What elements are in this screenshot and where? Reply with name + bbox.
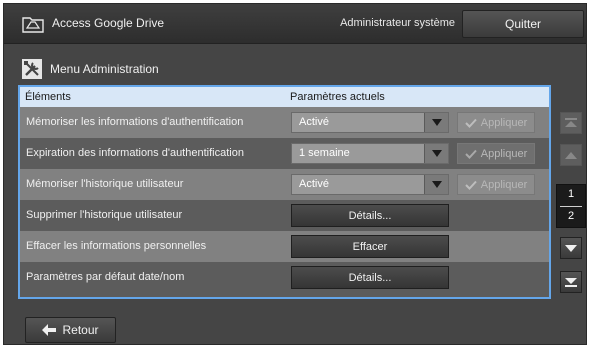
total-pages: 2 xyxy=(567,210,575,222)
column-header-settings: Paramètres actuels xyxy=(290,91,385,103)
top-bar: Access Google Drive Administrateur systè… xyxy=(4,4,586,44)
row-label: Supprimer l'historique utilisateur xyxy=(26,209,183,221)
setting-dropdown[interactable]: Activé xyxy=(291,112,449,133)
details-button[interactable]: Détails... xyxy=(291,266,449,289)
back-button[interactable]: Retour xyxy=(25,317,116,343)
table-row: Supprimer l'historique utilisateur Détai… xyxy=(20,200,549,231)
apply-button[interactable]: Appliquer xyxy=(457,174,535,195)
folder-drive-icon xyxy=(22,17,44,33)
dropdown-arrow-icon xyxy=(424,144,448,163)
details-button[interactable]: Détails... xyxy=(291,204,449,227)
row-label: Mémoriser les informations d'authentific… xyxy=(26,116,244,128)
table-row: Mémoriser l'historique utilisateur Activ… xyxy=(20,169,549,200)
check-icon xyxy=(465,180,477,190)
dropdown-arrow-icon xyxy=(424,113,448,132)
scroll-bottom-button[interactable] xyxy=(560,271,582,293)
scroll-down-button[interactable] xyxy=(560,237,582,259)
scroll-up-icon xyxy=(565,151,577,159)
scroll-bottom-icon xyxy=(565,278,577,287)
scroll-top-button[interactable] xyxy=(560,112,582,134)
setting-dropdown[interactable]: Activé xyxy=(291,174,449,195)
dropdown-value: Activé xyxy=(299,178,329,190)
setting-dropdown[interactable]: 1 semaine xyxy=(291,143,449,164)
apply-button[interactable]: Appliquer xyxy=(457,112,535,133)
apply-label: Appliquer xyxy=(480,147,528,160)
row-label: Paramètres par défaut date/nom xyxy=(26,271,185,283)
section-title: Menu Administration xyxy=(50,62,159,76)
table-row: Expiration des informations d'authentifi… xyxy=(20,138,549,169)
table-row: Mémoriser les informations d'authentific… xyxy=(20,107,549,138)
back-label: Retour xyxy=(62,323,99,337)
table-header: Éléments Paramètres actuels xyxy=(20,87,549,107)
admin-screen: Access Google Drive Administrateur systè… xyxy=(3,3,587,345)
current-page: 1 xyxy=(567,188,575,200)
user-label: Administrateur système xyxy=(340,17,455,29)
dropdown-arrow-icon xyxy=(424,175,448,194)
table-row: Paramètres par défaut date/nom Détails..… xyxy=(20,262,549,297)
apply-button[interactable]: Appliquer xyxy=(457,143,535,164)
dropdown-value: 1 semaine xyxy=(299,147,350,159)
page-indicator: 1 2 xyxy=(556,184,586,228)
settings-table: Éléments Paramètres actuels Mémoriser le… xyxy=(18,85,551,299)
table-row: Effacer les informations personnelles Ef… xyxy=(20,231,549,262)
quit-button[interactable]: Quitter xyxy=(462,10,584,38)
scroll-down-icon xyxy=(565,244,577,252)
arrow-left-icon xyxy=(42,324,57,336)
row-label: Expiration des informations d'authentifi… xyxy=(26,147,244,159)
page-divider xyxy=(560,206,582,207)
clear-button[interactable]: Effacer xyxy=(291,235,449,258)
section-header: Menu Administration xyxy=(22,57,159,81)
column-header-items: Éléments xyxy=(25,91,71,103)
scroll-top-icon xyxy=(565,118,577,127)
tools-icon xyxy=(22,59,42,79)
apply-label: Appliquer xyxy=(480,178,528,191)
dropdown-value: Activé xyxy=(299,116,329,128)
scroll-up-button[interactable] xyxy=(560,144,582,166)
check-icon xyxy=(465,149,477,159)
row-label: Mémoriser l'historique utilisateur xyxy=(26,178,184,190)
app-title: Access Google Drive xyxy=(52,16,165,30)
row-label: Effacer les informations personnelles xyxy=(26,240,207,252)
apply-label: Appliquer xyxy=(480,116,528,129)
check-icon xyxy=(465,118,477,128)
